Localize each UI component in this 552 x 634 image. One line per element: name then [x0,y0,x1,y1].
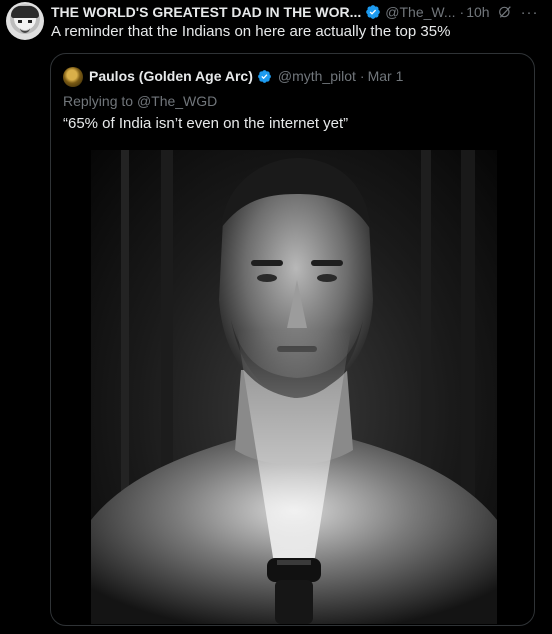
tweet-time[interactable]: 10h [466,4,489,20]
avatar-hair [11,6,39,18]
separator-dot: · [359,68,365,84]
quoted-tweet-header: Paulos (Golden Age Arc) @myth_pilot · Ma… [89,68,403,84]
quoted-media-image[interactable] [91,150,497,624]
quoted-date[interactable]: Mar 1 [368,68,404,84]
more-icon[interactable]: ··· [521,4,539,21]
quoted-text: “65% of India isn’t even on the internet… [63,115,349,132]
separator-dot: · [459,4,465,20]
quoted-tweet[interactable]: Paulos (Golden Age Arc) @myth_pilot · Ma… [50,53,535,626]
tweet-header: THE WORLD'S GREATEST DAD IN THE WOR... @… [51,3,546,21]
quoted-author-avatar[interactable] [63,67,83,87]
replying-prefix: Replying to [63,93,134,109]
author-handle[interactable]: @The_W... [385,4,455,20]
verified-badge-icon [366,5,381,19]
author-avatar[interactable] [6,2,44,40]
quoted-author-name[interactable]: Paulos (Golden Age Arc) [89,68,253,84]
avatar-eyes [18,20,32,23]
quoted-author-handle[interactable]: @myth_pilot [278,68,356,84]
avatar-mouth [20,28,30,33]
author-name[interactable]: THE WORLD'S GREATEST DAD IN THE WOR... [51,4,361,20]
replying-handle[interactable]: @The_WGD [137,93,217,109]
portrait-illustration [91,150,497,624]
verified-badge-icon [257,69,271,83]
tweet-text: A reminder that the Indians on here are … [51,23,451,40]
replying-to: Replying to @The_WGD [63,93,217,109]
grok-icon[interactable] [497,4,513,20]
